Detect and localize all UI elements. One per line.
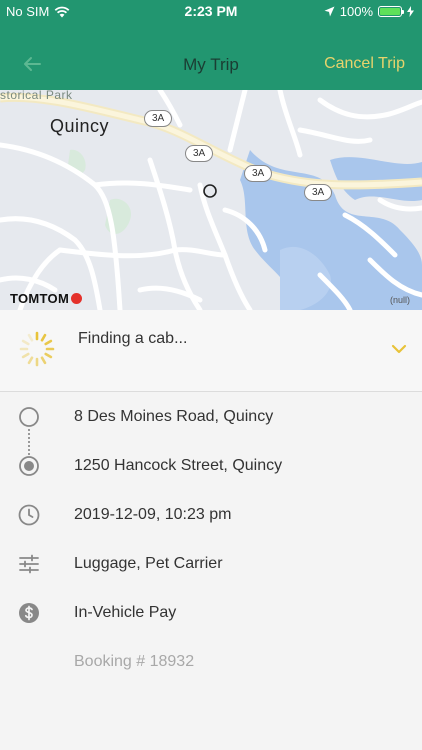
status-bar: No SIM 2:23 PM 100%: [0, 0, 422, 22]
map-provider-logo: TOMTOM: [10, 291, 83, 306]
map-park-label: storical Park: [0, 90, 73, 102]
payment-method: In-Vehicle Pay: [74, 604, 177, 621]
battery-icon: [378, 6, 404, 17]
pickup-address: 8 Des Moines Road, Quincy: [74, 408, 274, 425]
status-right: 100%: [324, 4, 414, 19]
trip-extras: Luggage, Pet Carrier: [74, 555, 223, 572]
payment-row: In-Vehicle Pay: [0, 598, 422, 628]
map-attribution: (null): [389, 295, 410, 305]
booking-number: Booking # 18932: [74, 653, 195, 670]
charging-bolt-icon: [407, 6, 414, 17]
nav-bar: My Trip Cancel Trip: [0, 40, 422, 90]
pickup-circle-icon: [19, 407, 39, 427]
dropoff-target-icon: [19, 456, 39, 476]
dropoff-row: 1250 Hancock Street, Quincy: [0, 451, 422, 481]
extras-row: Luggage, Pet Carrier: [0, 549, 422, 579]
route-badge: 3A: [304, 184, 333, 201]
route-badge: 3A: [185, 145, 214, 162]
datetime-row: 2019-12-09, 10:23 pm: [0, 500, 422, 530]
pickup-row: 8 Des Moines Road, Quincy: [0, 402, 422, 432]
route-badge: 3A: [144, 110, 173, 127]
location-arrow-icon: [324, 6, 335, 17]
dollar-icon: [19, 603, 39, 623]
chevron-down-icon[interactable]: [390, 340, 408, 358]
route-connector: [28, 429, 30, 455]
trip-datetime: 2019-12-09, 10:23 pm: [74, 506, 232, 523]
booking-row: Booking # 18932: [0, 647, 422, 677]
battery-percent: 100%: [339, 4, 373, 19]
spinner-icon: [19, 331, 55, 367]
app-header: No SIM 2:23 PM 100% My Trip Cancel Trip: [0, 0, 422, 90]
finding-cab-label: Finding a cab...: [78, 330, 188, 347]
finding-cab-panel[interactable]: Finding a cab...: [0, 310, 422, 392]
battery-fill: [380, 8, 400, 15]
map-view[interactable]: storical Park Quincy 3A 3A 3A 3A TOMTOM …: [0, 90, 422, 310]
clock-icon: [18, 504, 40, 526]
trip-details: 8 Des Moines Road, Quincy 1250 Hancock S…: [0, 392, 422, 750]
map-city-label: Quincy: [50, 116, 110, 136]
route-badge: 3A: [244, 165, 273, 182]
map-provider-name: TOMTOM: [10, 291, 70, 306]
cancel-trip-button[interactable]: Cancel Trip: [324, 55, 405, 73]
tomtom-logo-icon: [71, 293, 83, 304]
dropoff-address: 1250 Hancock Street, Quincy: [74, 457, 283, 474]
sliders-icon: [19, 554, 39, 574]
